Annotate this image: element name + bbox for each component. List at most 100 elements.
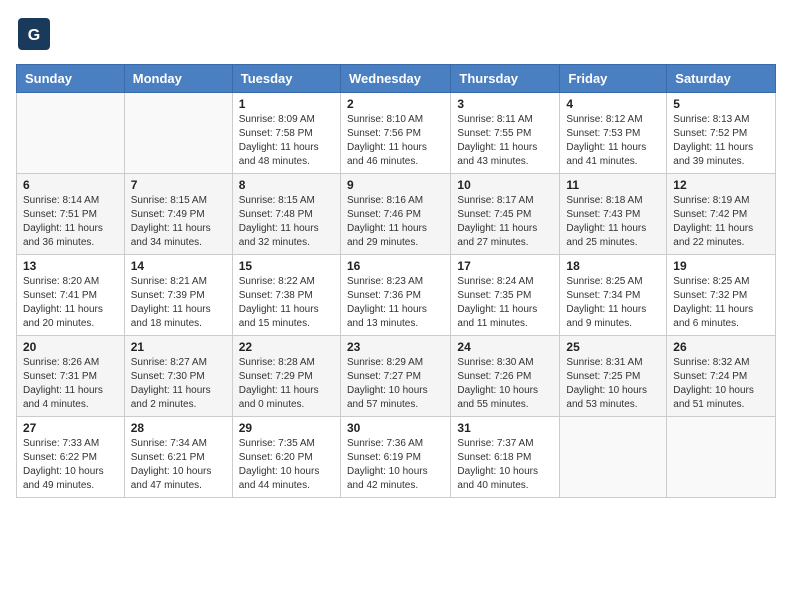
cell-info: Sunrise: 8:10 AMSunset: 7:56 PMDaylight:… <box>347 113 444 169</box>
calendar-table: SundayMondayTuesdayWednesdayThursdayFrid… <box>16 64 776 498</box>
calendar-cell: 12 Sunrise: 8:19 AMSunset: 7:42 PMDayligh… <box>667 174 776 255</box>
cell-info: Sunrise: 8:32 AMSunset: 7:24 PMDaylight:… <box>673 356 769 412</box>
day-number: 22 <box>239 340 334 354</box>
logo: G <box>16 16 54 52</box>
cell-info: Sunrise: 8:31 AMSunset: 7:25 PMDaylight:… <box>566 356 660 412</box>
cell-info: Sunrise: 8:26 AMSunset: 7:31 PMDaylight:… <box>23 356 118 412</box>
cell-info: Sunrise: 8:25 AMSunset: 7:32 PMDaylight:… <box>673 275 769 331</box>
calendar-week-4: 20 Sunrise: 8:26 AMSunset: 7:31 PMDayligh… <box>17 336 776 417</box>
day-number: 6 <box>23 178 118 192</box>
day-number: 31 <box>457 421 553 435</box>
day-number: 26 <box>673 340 769 354</box>
cell-info: Sunrise: 8:19 AMSunset: 7:42 PMDaylight:… <box>673 194 769 250</box>
calendar-cell: 25Sunrise: 8:31 AMSunset: 7:25 PMDayligh… <box>560 336 667 417</box>
cell-info: Sunrise: 8:27 AMSunset: 7:30 PMDaylight:… <box>131 356 226 412</box>
cell-info: Sunrise: 8:12 AMSunset: 7:53 PMDaylight:… <box>566 113 660 169</box>
calendar-cell: 13 Sunrise: 8:20 AMSunset: 7:41 PMDayligh… <box>17 255 125 336</box>
page-header: G <box>16 16 776 52</box>
cell-info: Sunrise: 8:14 AMSunset: 7:51 PMDaylight:… <box>23 194 118 250</box>
calendar-cell: 20 Sunrise: 8:26 AMSunset: 7:31 PMDayligh… <box>17 336 125 417</box>
day-number: 17 <box>457 259 553 273</box>
calendar-cell: 24Sunrise: 8:30 AMSunset: 7:26 PMDayligh… <box>451 336 560 417</box>
calendar-cell: 16 Sunrise: 8:23 AMSunset: 7:36 PMDayligh… <box>340 255 450 336</box>
day-number: 23 <box>347 340 444 354</box>
cell-info: Sunrise: 8:18 AMSunset: 7:43 PMDaylight:… <box>566 194 660 250</box>
calendar-week-3: 13 Sunrise: 8:20 AMSunset: 7:41 PMDayligh… <box>17 255 776 336</box>
calendar-cell: 11 Sunrise: 8:18 AMSunset: 7:43 PMDayligh… <box>560 174 667 255</box>
weekday-header-friday: Friday <box>560 65 667 93</box>
calendar-cell: 4 Sunrise: 8:12 AMSunset: 7:53 PMDaylight… <box>560 93 667 174</box>
calendar-week-2: 6 Sunrise: 8:14 AMSunset: 7:51 PMDaylight… <box>17 174 776 255</box>
weekday-header-wednesday: Wednesday <box>340 65 450 93</box>
weekday-header-sunday: Sunday <box>17 65 125 93</box>
calendar-cell: 2 Sunrise: 8:10 AMSunset: 7:56 PMDaylight… <box>340 93 450 174</box>
day-number: 20 <box>23 340 118 354</box>
cell-info: Sunrise: 7:37 AMSunset: 6:18 PMDaylight:… <box>457 437 553 493</box>
cell-info: Sunrise: 7:35 AMSunset: 6:20 PMDaylight:… <box>239 437 334 493</box>
day-number: 16 <box>347 259 444 273</box>
day-number: 27 <box>23 421 118 435</box>
calendar-cell: 23 Sunrise: 8:29 AMSunset: 7:27 PMDayligh… <box>340 336 450 417</box>
cell-info: Sunrise: 7:34 AMSunset: 6:21 PMDaylight:… <box>131 437 226 493</box>
day-number: 30 <box>347 421 444 435</box>
calendar-cell <box>667 417 776 498</box>
calendar-cell: 6 Sunrise: 8:14 AMSunset: 7:51 PMDaylight… <box>17 174 125 255</box>
cell-info: Sunrise: 8:17 AMSunset: 7:45 PMDaylight:… <box>457 194 553 250</box>
day-number: 19 <box>673 259 769 273</box>
day-number: 29 <box>239 421 334 435</box>
weekday-header-monday: Monday <box>124 65 232 93</box>
weekday-header-thursday: Thursday <box>451 65 560 93</box>
calendar-cell: 22 Sunrise: 8:28 AMSunset: 7:29 PMDayligh… <box>232 336 340 417</box>
cell-info: Sunrise: 8:28 AMSunset: 7:29 PMDaylight:… <box>239 356 334 412</box>
calendar-cell: 29 Sunrise: 7:35 AMSunset: 6:20 PMDayligh… <box>232 417 340 498</box>
cell-info: Sunrise: 8:15 AMSunset: 7:49 PMDaylight:… <box>131 194 226 250</box>
calendar-cell <box>17 93 125 174</box>
cell-info: Sunrise: 8:20 AMSunset: 7:41 PMDaylight:… <box>23 275 118 331</box>
weekday-header-saturday: Saturday <box>667 65 776 93</box>
day-number: 1 <box>239 97 334 111</box>
calendar-cell <box>560 417 667 498</box>
calendar-cell: 26 Sunrise: 8:32 AMSunset: 7:24 PMDayligh… <box>667 336 776 417</box>
calendar-cell: 31 Sunrise: 7:37 AMSunset: 6:18 PMDayligh… <box>451 417 560 498</box>
cell-info: Sunrise: 8:23 AMSunset: 7:36 PMDaylight:… <box>347 275 444 331</box>
cell-info: Sunrise: 8:29 AMSunset: 7:27 PMDaylight:… <box>347 356 444 412</box>
day-number: 10 <box>457 178 553 192</box>
day-number: 4 <box>566 97 660 111</box>
calendar-cell: 7Sunrise: 8:15 AMSunset: 7:49 PMDaylight… <box>124 174 232 255</box>
day-number: 28 <box>131 421 226 435</box>
calendar-cell: 9Sunrise: 8:16 AMSunset: 7:46 PMDaylight… <box>340 174 450 255</box>
cell-info: Sunrise: 8:22 AMSunset: 7:38 PMDaylight:… <box>239 275 334 331</box>
cell-info: Sunrise: 8:09 AMSunset: 7:58 PMDaylight:… <box>239 113 334 169</box>
cell-info: Sunrise: 7:33 AMSunset: 6:22 PMDaylight:… <box>23 437 118 493</box>
calendar-cell: 5 Sunrise: 8:13 AMSunset: 7:52 PMDaylight… <box>667 93 776 174</box>
day-number: 18 <box>566 259 660 273</box>
calendar-cell: 30 Sunrise: 7:36 AMSunset: 6:19 PMDayligh… <box>340 417 450 498</box>
weekday-header-tuesday: Tuesday <box>232 65 340 93</box>
cell-info: Sunrise: 8:21 AMSunset: 7:39 PMDaylight:… <box>131 275 226 331</box>
calendar-cell: 28 Sunrise: 7:34 AMSunset: 6:21 PMDayligh… <box>124 417 232 498</box>
calendar-cell: 3 Sunrise: 8:11 AMSunset: 7:55 PMDaylight… <box>451 93 560 174</box>
day-number: 11 <box>566 178 660 192</box>
calendar-cell: 19 Sunrise: 8:25 AMSunset: 7:32 PMDayligh… <box>667 255 776 336</box>
calendar-header: SundayMondayTuesdayWednesdayThursdayFrid… <box>17 65 776 93</box>
day-number: 15 <box>239 259 334 273</box>
cell-info: Sunrise: 8:24 AMSunset: 7:35 PMDaylight:… <box>457 275 553 331</box>
day-number: 2 <box>347 97 444 111</box>
calendar-cell: 18 Sunrise: 8:25 AMSunset: 7:34 PMDayligh… <box>560 255 667 336</box>
cell-info: Sunrise: 8:25 AMSunset: 7:34 PMDaylight:… <box>566 275 660 331</box>
day-number: 13 <box>23 259 118 273</box>
day-number: 5 <box>673 97 769 111</box>
day-number: 12 <box>673 178 769 192</box>
cell-info: Sunrise: 8:11 AMSunset: 7:55 PMDaylight:… <box>457 113 553 169</box>
cell-info: Sunrise: 8:13 AMSunset: 7:52 PMDaylight:… <box>673 113 769 169</box>
calendar-week-1: 1 Sunrise: 8:09 AMSunset: 7:58 PMDaylight… <box>17 93 776 174</box>
svg-text:G: G <box>28 27 40 44</box>
calendar-week-5: 27 Sunrise: 7:33 AMSunset: 6:22 PMDayligh… <box>17 417 776 498</box>
calendar-cell: 1 Sunrise: 8:09 AMSunset: 7:58 PMDaylight… <box>232 93 340 174</box>
calendar-cell: 21Sunrise: 8:27 AMSunset: 7:30 PMDayligh… <box>124 336 232 417</box>
day-number: 3 <box>457 97 553 111</box>
cell-info: Sunrise: 7:36 AMSunset: 6:19 PMDaylight:… <box>347 437 444 493</box>
calendar-cell: 15 Sunrise: 8:22 AMSunset: 7:38 PMDayligh… <box>232 255 340 336</box>
calendar-cell: 17 Sunrise: 8:24 AMSunset: 7:35 PMDayligh… <box>451 255 560 336</box>
calendar-cell: 10 Sunrise: 8:17 AMSunset: 7:45 PMDayligh… <box>451 174 560 255</box>
